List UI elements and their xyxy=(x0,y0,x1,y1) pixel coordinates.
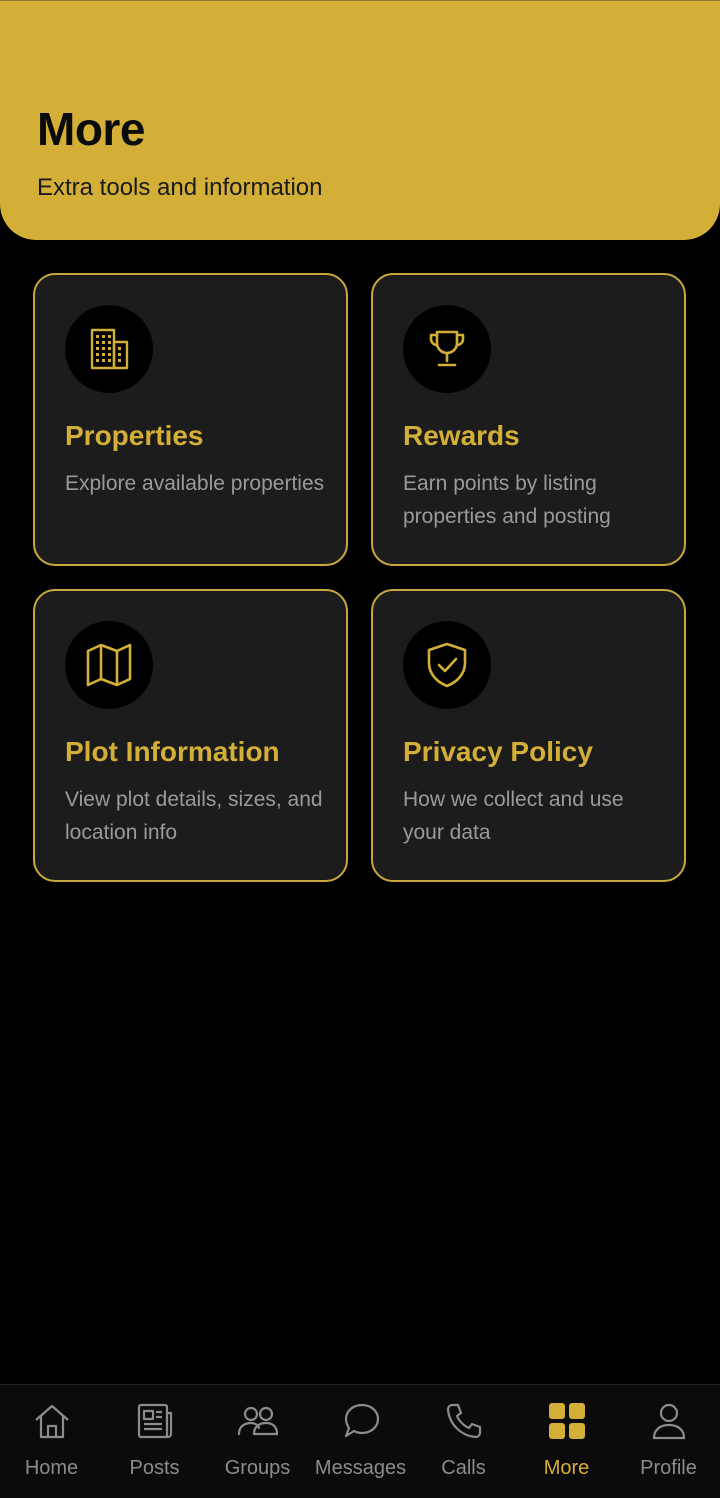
chat-bubble-icon xyxy=(340,1400,382,1442)
phone-icon xyxy=(443,1400,485,1442)
nav-item-messages[interactable]: Messages xyxy=(309,1385,412,1498)
shield-check-icon xyxy=(403,621,491,709)
nav-item-groups[interactable]: Groups xyxy=(206,1385,309,1498)
nav-item-more[interactable]: More xyxy=(515,1385,618,1498)
card-properties[interactable]: Properties Explore available properties xyxy=(33,273,348,566)
nav-label: Groups xyxy=(224,1457,291,1479)
newspaper-icon xyxy=(134,1400,176,1442)
nav-item-home[interactable]: Home xyxy=(0,1385,103,1498)
nav-item-profile[interactable]: Profile xyxy=(617,1385,720,1498)
nav-label: More xyxy=(543,1457,590,1479)
card-rewards[interactable]: Rewards Earn points by listing propertie… xyxy=(371,273,686,566)
card-title: Rewards xyxy=(403,420,520,451)
card-description: Earn points by listing properties and po… xyxy=(403,472,611,528)
card-title: Properties xyxy=(65,420,204,451)
map-icon xyxy=(65,621,153,709)
nav-label: Home xyxy=(24,1457,79,1479)
card-title: Privacy Policy xyxy=(403,736,593,767)
grid-icon xyxy=(546,1400,588,1442)
card-description: View plot details, sizes, and location i… xyxy=(65,788,323,844)
user-icon xyxy=(648,1400,690,1442)
card-description: How we collect and use your data xyxy=(403,788,624,844)
trophy-icon xyxy=(403,305,491,393)
card-title: Plot Information xyxy=(65,736,280,767)
home-icon xyxy=(31,1400,73,1442)
users-icon xyxy=(237,1400,279,1442)
card-description: Explore available properties xyxy=(65,472,325,495)
building-icon xyxy=(65,305,153,393)
header-banner: More Extra tools and information xyxy=(0,0,720,240)
nav-label: Messages xyxy=(314,1457,407,1479)
nav-label: Calls xyxy=(441,1457,486,1479)
card-privacy-policy[interactable]: Privacy Policy How we collect and use yo… xyxy=(371,589,686,882)
nav-label: Profile xyxy=(640,1457,697,1479)
more-screen: More Extra tools and information Propert… xyxy=(0,0,720,1498)
nav-item-posts[interactable]: Posts xyxy=(103,1385,206,1498)
card-plot-information[interactable]: Plot Information View plot details, size… xyxy=(33,589,348,882)
page-title: More xyxy=(37,103,145,155)
nav-label: Posts xyxy=(129,1457,180,1479)
bottom-navigation: Home Posts Groups Messages Calls More Pr… xyxy=(0,1384,720,1498)
page-subtitle: Extra tools and information xyxy=(37,174,323,201)
nav-item-calls[interactable]: Calls xyxy=(412,1385,515,1498)
